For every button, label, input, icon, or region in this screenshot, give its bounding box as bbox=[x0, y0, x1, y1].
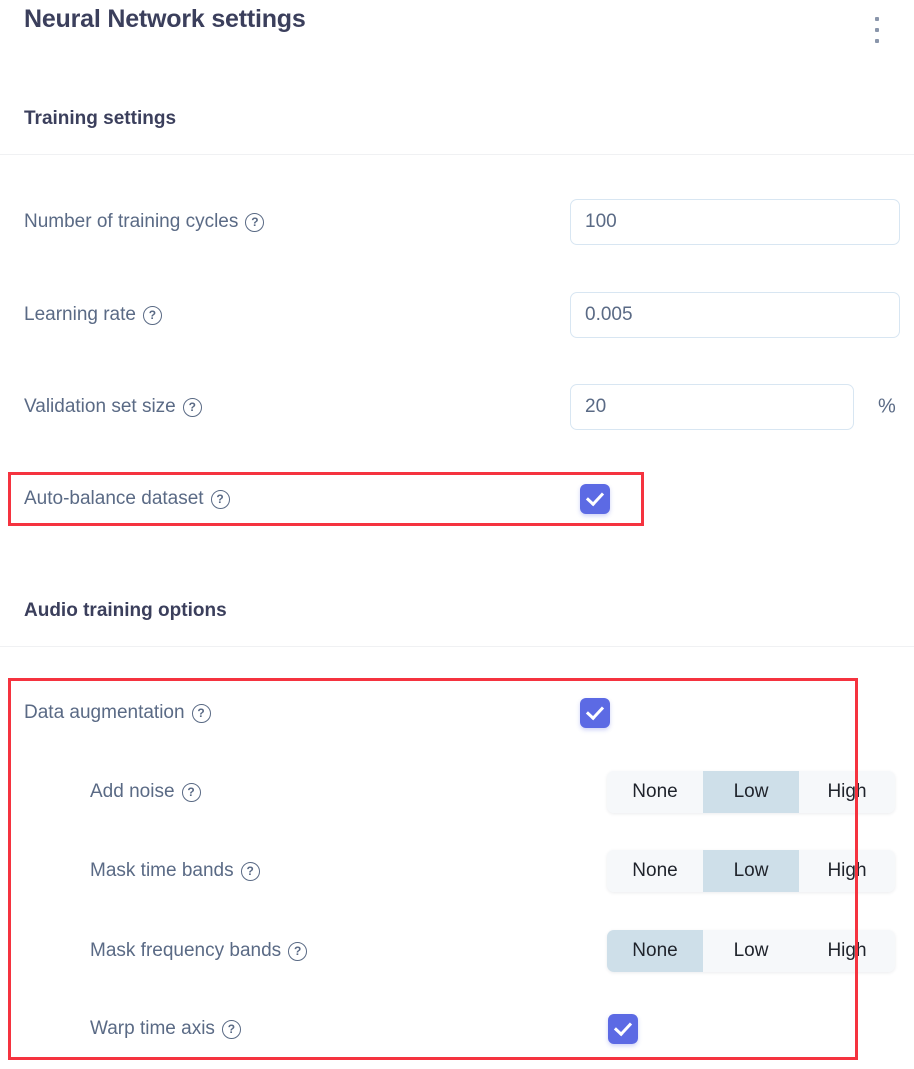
label-learning-rate: Learning rate bbox=[24, 304, 162, 326]
row-data-augmentation: Data augmentation bbox=[0, 687, 914, 739]
kebab-dot bbox=[875, 28, 879, 32]
neural-network-settings-page: Neural Network settings Training setting… bbox=[0, 0, 914, 1069]
page-header: Neural Network settings bbox=[0, 0, 914, 58]
page-title: Neural Network settings bbox=[24, 5, 306, 33]
segment-low[interactable]: Low bbox=[703, 771, 799, 813]
label-mask-frequency-bands: Mask frequency bands bbox=[90, 940, 308, 962]
row-validation-set-size: Validation set size % bbox=[0, 381, 914, 433]
learning-rate-input[interactable] bbox=[570, 292, 900, 338]
training-cycles-input[interactable] bbox=[570, 199, 900, 245]
label-warp-time-axis: Warp time axis bbox=[90, 1018, 241, 1040]
help-circle-icon[interactable] bbox=[142, 305, 162, 325]
section-divider bbox=[0, 154, 914, 155]
label-text: Add noise bbox=[90, 781, 175, 802]
auto-balance-dataset-checkbox[interactable] bbox=[580, 484, 610, 514]
row-mask-frequency-bands: Mask frequency bands None Low High bbox=[0, 925, 914, 977]
label-text: Validation set size bbox=[24, 396, 176, 417]
segment-high[interactable]: High bbox=[799, 930, 895, 972]
help-circle-icon[interactable] bbox=[191, 703, 211, 723]
help-circle-icon[interactable] bbox=[182, 397, 202, 417]
row-add-noise: Add noise None Low High bbox=[0, 766, 914, 818]
segment-low[interactable]: Low bbox=[703, 930, 799, 972]
kebab-dot bbox=[875, 39, 879, 43]
kebab-menu-icon[interactable] bbox=[873, 17, 881, 43]
help-circle-icon[interactable] bbox=[245, 212, 265, 232]
section-heading-training: Training settings bbox=[24, 108, 177, 129]
row-mask-time-bands: Mask time bands None Low High bbox=[0, 845, 914, 897]
label-text: Mask time bands bbox=[90, 860, 234, 881]
label-validation-set-size: Validation set size bbox=[24, 396, 202, 418]
help-circle-icon[interactable] bbox=[240, 861, 260, 881]
section-divider bbox=[0, 646, 914, 647]
segment-low[interactable]: Low bbox=[703, 850, 799, 892]
row-auto-balance-dataset: Auto-balance dataset bbox=[0, 473, 914, 525]
kebab-dot bbox=[875, 17, 879, 21]
help-circle-icon[interactable] bbox=[181, 782, 201, 802]
validation-set-size-input[interactable] bbox=[570, 384, 854, 430]
mask-time-bands-segmented-control[interactable]: None Low High bbox=[607, 850, 895, 892]
label-text: Auto-balance dataset bbox=[24, 488, 204, 509]
warp-time-axis-checkbox[interactable] bbox=[608, 1014, 638, 1044]
label-data-augmentation: Data augmentation bbox=[24, 702, 211, 724]
label-mask-time-bands: Mask time bands bbox=[90, 860, 260, 882]
add-noise-segmented-control[interactable]: None Low High bbox=[607, 771, 895, 813]
label-training-cycles: Number of training cycles bbox=[24, 211, 265, 233]
segment-none[interactable]: None bbox=[607, 930, 703, 972]
section-heading-audio: Audio training options bbox=[24, 600, 227, 621]
row-training-cycles: Number of training cycles bbox=[0, 196, 914, 248]
help-circle-icon[interactable] bbox=[221, 1019, 241, 1039]
data-augmentation-checkbox[interactable] bbox=[580, 698, 610, 728]
label-add-noise: Add noise bbox=[90, 781, 201, 803]
segment-high[interactable]: High bbox=[799, 850, 895, 892]
help-circle-icon[interactable] bbox=[210, 489, 230, 509]
row-learning-rate: Learning rate bbox=[0, 289, 914, 341]
row-warp-time-axis: Warp time axis bbox=[0, 1003, 914, 1055]
segment-none[interactable]: None bbox=[607, 771, 703, 813]
label-text: Number of training cycles bbox=[24, 211, 239, 232]
help-circle-icon[interactable] bbox=[288, 941, 308, 961]
label-auto-balance-dataset: Auto-balance dataset bbox=[24, 488, 230, 510]
segment-none[interactable]: None bbox=[607, 850, 703, 892]
mask-frequency-bands-segmented-control[interactable]: None Low High bbox=[607, 930, 895, 972]
label-text: Warp time axis bbox=[90, 1018, 215, 1039]
label-text: Data augmentation bbox=[24, 702, 185, 723]
label-text: Learning rate bbox=[24, 304, 136, 325]
segment-high[interactable]: High bbox=[799, 771, 895, 813]
percent-unit-label: % bbox=[878, 395, 896, 418]
label-text: Mask frequency bands bbox=[90, 940, 282, 961]
